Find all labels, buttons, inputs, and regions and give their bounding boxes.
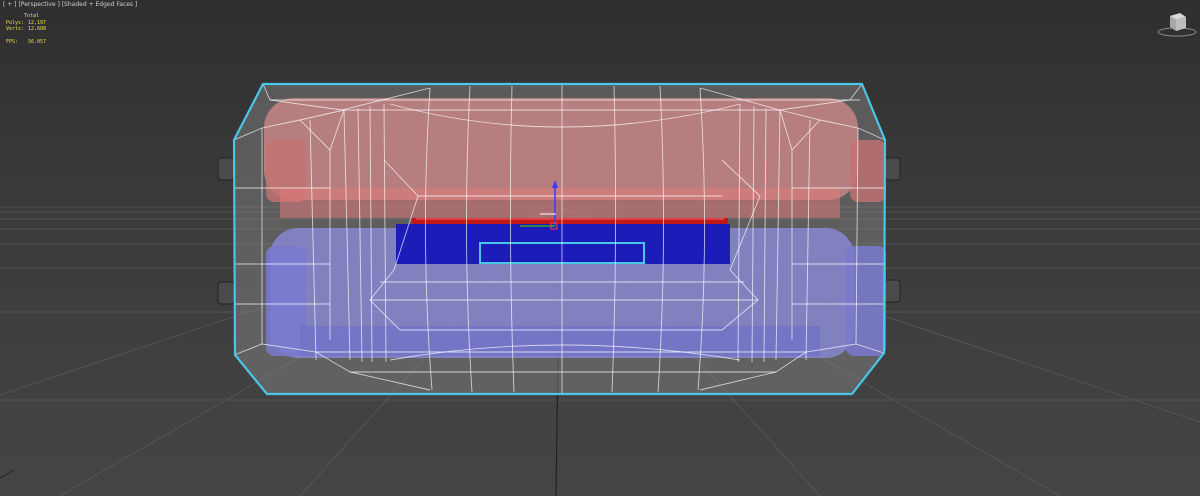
stats-verts-value: 12,608 [28, 26, 47, 32]
perspective-viewport[interactable]: [ + ] [Perspective ] [Shaded + Edged Fac… [0, 0, 1200, 496]
grid-axis-line-left [0, 469, 15, 479]
viewport-plus-menu[interactable]: [ + ] [3, 1, 17, 8]
viewcube-icon[interactable] [1156, 10, 1198, 38]
viewport-point-of-view-menu[interactable]: [Perspective ] [18, 1, 59, 8]
stats-verts-row: Verts: 12,608 [6, 26, 46, 33]
viewport-statistics: Total Polys: 12,197 Verts: 12,608 FPS: 5… [6, 13, 46, 45]
stats-fps-value: 56.057 [28, 38, 47, 45]
top-roller[interactable] [264, 98, 886, 218]
stats-fps-label: FPS: [6, 38, 19, 45]
stats-verts-label: Verts: [6, 26, 25, 32]
viewport-shading-menu[interactable]: [Shaded + Edged Faces ] [62, 1, 138, 8]
scene-canvas[interactable] [0, 0, 1200, 496]
stats-fps-row: FPS: 56.057 [6, 39, 46, 46]
viewport-label: [ + ] [Perspective ] [Shaded + Edged Fac… [3, 1, 137, 8]
